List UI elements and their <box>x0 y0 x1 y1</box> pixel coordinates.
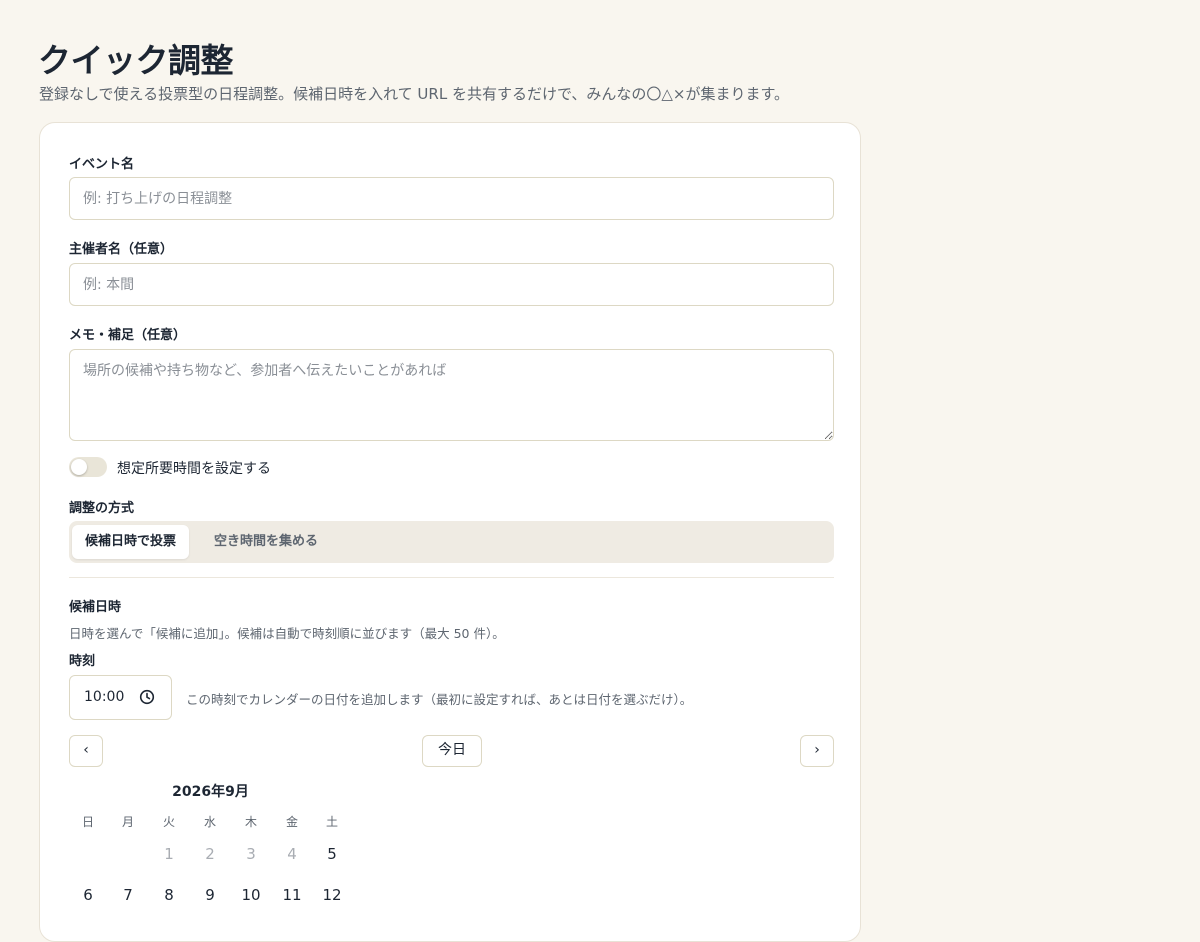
calendar-day[interactable]: 6 <box>73 886 103 904</box>
clock-icon[interactable] <box>139 689 155 705</box>
weekday-sat: 土 <box>325 815 338 829</box>
calendar-day[interactable]: 10 <box>236 886 266 904</box>
time-input[interactable]: 10:00 <box>69 675 172 720</box>
method-label: 調整の方式 <box>69 501 135 516</box>
page-subtitle: 登録なしで使える投票型の日程調整。候補日時を入れて URL を共有するだけで、み… <box>39 85 789 103</box>
memo-label: メモ・補足（任意） <box>69 328 187 343</box>
divider <box>69 577 834 578</box>
calendar-day[interactable]: 8 <box>154 886 184 904</box>
duration-toggle[interactable] <box>69 457 107 477</box>
toggle-knob <box>71 459 87 475</box>
calendar-day[interactable]: 11 <box>277 886 307 904</box>
time-value: 10:00 <box>84 689 125 705</box>
next-month-button[interactable]: › <box>800 735 834 767</box>
memo-textarea[interactable] <box>69 349 834 441</box>
calendar-day[interactable]: 12 <box>317 886 347 904</box>
today-button[interactable]: 今日 <box>422 735 482 767</box>
prev-month-button[interactable]: ‹ <box>69 735 103 767</box>
weekday-sun: 日 <box>81 815 94 829</box>
calendar-day: 1 <box>164 845 174 863</box>
calendar-day: 4 <box>287 845 297 863</box>
event-name-input[interactable] <box>69 177 834 220</box>
weekday-fri: 金 <box>285 815 298 829</box>
method-option-vote[interactable]: 候補日時で投票 <box>72 525 190 559</box>
calendar-day[interactable]: 9 <box>195 886 225 904</box>
method-segmented-control: 候補日時で投票 空き時間を集める <box>69 521 834 563</box>
weekday-thu: 木 <box>244 815 257 829</box>
method-option-availability[interactable]: 空き時間を集める <box>201 525 331 559</box>
event-form-card: イベント名 主催者名（任意） メモ・補足（任意） 想定所要時間を設定する 調整の… <box>39 122 861 942</box>
time-help: この時刻でカレンダーの日付を追加します（最初に設定すれば、あとは日付を選ぶだけ）… <box>186 692 693 707</box>
organizer-label: 主催者名（任意） <box>69 242 174 257</box>
weekday-tue: 火 <box>162 815 175 829</box>
weekday-mon: 月 <box>121 815 134 829</box>
event-name-label: イベント名 <box>69 157 135 172</box>
weekday-wed: 水 <box>203 815 216 829</box>
calendar-day[interactable]: 7 <box>113 886 143 904</box>
calendar-day[interactable]: 5 <box>317 845 347 863</box>
calendar-day: 3 <box>246 845 256 863</box>
page-title: クイック調整 <box>38 41 234 80</box>
calendar-day: 2 <box>205 845 215 863</box>
organizer-input[interactable] <box>69 263 834 306</box>
candidates-help: 日時を選んで「候補に追加」。候補は自動で時刻順に並びます（最大 50 件）。 <box>69 626 505 641</box>
candidates-label: 候補日時 <box>69 600 122 615</box>
time-label: 時刻 <box>69 654 96 669</box>
duration-toggle-label: 想定所要時間を設定する <box>117 461 271 477</box>
calendar-month-title: 2026年9月 <box>172 784 249 800</box>
